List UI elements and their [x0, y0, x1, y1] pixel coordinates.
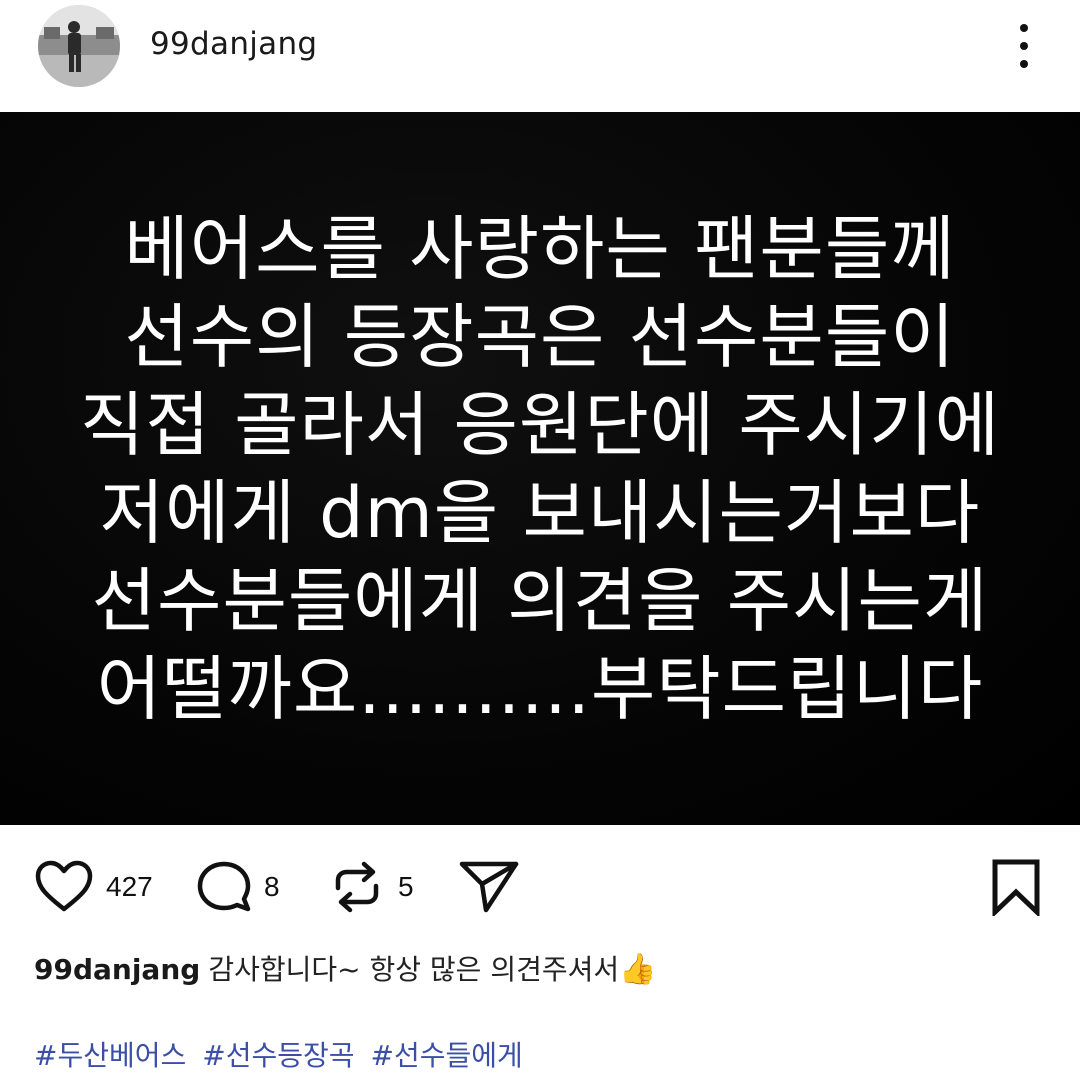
repost-count: 5 [398, 871, 414, 902]
like-action[interactable]: 427 [34, 857, 153, 917]
caption-username[interactable]: 99danjang [34, 953, 200, 986]
image-text-line: 선수의 등장곡은 선수분들이 [124, 295, 956, 378]
post-caption: 99danjang 감사합니다~ 항상 많은 의견주셔서👍 [34, 950, 656, 990]
like-count: 427 [106, 871, 153, 902]
image-text-line: 베어스를 사랑하는 팬분들께 [124, 207, 956, 290]
thumbs-up-emoji: 👍 [619, 952, 657, 987]
image-text-line: 저에게 dm을 보내시는거보다 [99, 471, 981, 554]
post-image-text: 베어스를 사랑하는 팬분들께 선수의 등장곡은 선수분들이 직접 골라서 응원단… [80, 205, 1000, 733]
post-header: 99danjang [0, 0, 1080, 112]
hashtag-link[interactable]: #선수들에게 [371, 1034, 523, 1074]
post-username[interactable]: 99danjang [150, 26, 317, 62]
save-action[interactable] [990, 857, 1042, 917]
post-image[interactable]: 베어스를 사랑하는 팬분들께 선수의 등장곡은 선수분들이 직접 골라서 응원단… [0, 112, 1080, 825]
image-text-line: 선수분들에게 의견을 주시는게 [91, 559, 989, 642]
comment-action[interactable]: 8 [196, 857, 280, 917]
image-text-line: 직접 골라서 응원단에 주시기에 [80, 383, 1000, 466]
avatar[interactable] [38, 5, 120, 87]
more-vertical-icon[interactable] [1014, 24, 1034, 68]
repost-arrows-icon[interactable] [328, 858, 386, 916]
hashtag-list: #두산베어스 #선수등장곡 #선수들에게 [34, 1034, 523, 1074]
share-action[interactable] [458, 857, 520, 917]
hashtag-link[interactable]: #선수등장곡 [202, 1034, 354, 1074]
repost-action[interactable]: 5 [328, 857, 414, 917]
bookmark-icon[interactable] [990, 858, 1042, 916]
hashtag-link[interactable]: #두산베어스 [34, 1034, 186, 1074]
image-text-line: 어떨까요..........부탁드립니다 [96, 647, 984, 730]
caption-text: 감사합니다~ 항상 많은 의견주셔서 [208, 953, 620, 986]
heart-icon[interactable] [34, 859, 94, 915]
paper-plane-icon[interactable] [458, 858, 520, 916]
post-actions: 427 8 5 [0, 825, 1080, 945]
comment-bubble-icon[interactable] [196, 859, 252, 915]
comment-count: 8 [264, 871, 280, 902]
